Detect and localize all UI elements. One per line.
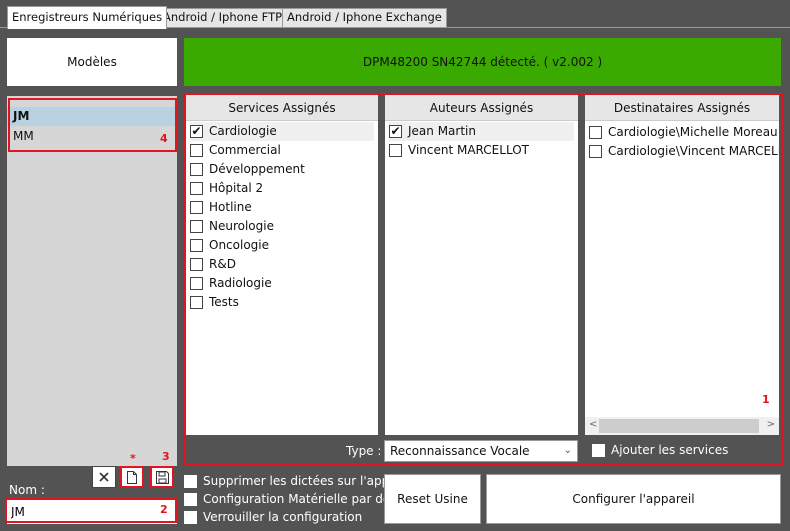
nom-label: Nom : [9, 483, 45, 497]
service-item[interactable]: Tests [190, 293, 374, 312]
service-label: Oncologie [209, 238, 269, 252]
author-label: Jean Martin [408, 124, 476, 138]
model-item-jm[interactable]: JM [7, 107, 177, 126]
annotation-number-3: 3 [162, 450, 170, 463]
author-item[interactable]: Vincent MARCELLOT [389, 141, 574, 160]
close-icon [99, 472, 109, 482]
checkbox[interactable] [190, 258, 203, 271]
service-item[interactable]: R&D [190, 255, 374, 274]
recipients-header: Destinataires Assignés [585, 95, 779, 121]
services-column: Services Assignés ✔ Cardiologie Commercial… [186, 95, 378, 435]
tab-android-iphone-exchange[interactable]: Android / Iphone Exchange [282, 8, 447, 27]
services-header: Services Assignés [186, 95, 378, 121]
annotation-number-2: 2 [160, 503, 168, 516]
save-model-button[interactable] [150, 466, 174, 488]
recipient-label: Cardiologie\Michelle Moreau [608, 125, 778, 139]
service-label: Commercial [209, 143, 281, 157]
checkbox[interactable] [589, 126, 602, 139]
checkbox[interactable] [190, 220, 203, 233]
scrollbar-thumb[interactable] [599, 419, 759, 433]
checkbox[interactable] [589, 145, 602, 158]
option-checkbox-0[interactable]: Supprimer les dictées sur l'appareil [184, 474, 415, 488]
device-status-banner: DPM48200 SN42744 détecté. ( v2.002 ) [184, 38, 781, 86]
nom-input[interactable] [7, 500, 177, 524]
new-document-icon [127, 470, 137, 484]
models-list[interactable]: JM MM [7, 96, 177, 466]
save-icon [155, 470, 169, 484]
author-label: Vincent MARCELLOT [408, 143, 529, 157]
add-services-label: Ajouter les services [611, 443, 729, 457]
option-label: Verrouiller la configuration [203, 510, 363, 524]
option-checkbox-2[interactable]: Verrouiller la configuration [184, 510, 362, 524]
service-label: Développement [209, 162, 305, 176]
service-label: Hôpital 2 [209, 181, 264, 195]
option-label: Configuration Matérielle par défaut [203, 492, 415, 506]
checkmark-icon[interactable]: ✔ [184, 492, 197, 506]
checkbox[interactable] [190, 277, 203, 290]
service-item[interactable]: ✔ Cardiologie [190, 122, 374, 141]
checkmark-icon[interactable]: ✔ [389, 125, 402, 138]
recipients-column: Destinataires Assignés Cardiologie\Miche… [585, 95, 779, 435]
model-item-mm[interactable]: MM [7, 127, 177, 146]
tab-strip: Enregistreurs Numériques Android / Iphon… [0, 0, 790, 29]
annotation-star: * [130, 452, 136, 465]
service-item[interactable]: Hotline [190, 198, 374, 217]
type-select-value: Reconnaissance Vocale [390, 444, 530, 458]
checkbox[interactable] [190, 296, 203, 309]
checkmark-icon[interactable]: ✔ [190, 125, 203, 138]
annotation-number-1: 1 [762, 393, 770, 406]
recipients-horizontal-scrollbar[interactable]: < > [585, 417, 779, 435]
checkbox[interactable] [190, 201, 203, 214]
models-header: Modèles [7, 38, 177, 86]
checkbox[interactable] [190, 144, 203, 157]
delete-model-button[interactable] [92, 466, 116, 488]
tab-android-iphone-ftp[interactable]: Android / Iphone FTP [158, 8, 288, 27]
type-select[interactable]: Reconnaissance Vocale ⌄ [384, 440, 578, 462]
service-label: Neurologie [209, 219, 274, 233]
authors-column: Auteurs Assignés ✔ Jean Martin Vincent MAR… [385, 95, 578, 435]
service-label: R&D [209, 257, 236, 271]
service-item[interactable]: Neurologie [190, 217, 374, 236]
new-model-button[interactable] [120, 466, 144, 488]
service-label: Tests [209, 295, 239, 309]
scroll-right-icon[interactable]: > [767, 419, 775, 430]
recipient-item[interactable]: Cardiologie\Vincent MARCELLOT [589, 142, 779, 161]
service-label: Hotline [209, 200, 252, 214]
checkbox[interactable] [190, 239, 203, 252]
service-item[interactable]: Oncologie [190, 236, 374, 255]
checkbox[interactable] [190, 163, 203, 176]
service-item[interactable]: Radiologie [190, 274, 374, 293]
authors-header: Auteurs Assignés [385, 95, 578, 121]
service-label: Radiologie [209, 276, 272, 290]
recipient-label: Cardiologie\Vincent MARCELLOT [608, 144, 779, 158]
type-label: Type : [346, 444, 382, 458]
checkmark-icon: ✔ [592, 442, 605, 457]
service-item[interactable]: Hôpital 2 [190, 179, 374, 198]
add-services-checkbox[interactable]: ✔ Ajouter les services [592, 443, 728, 457]
chevron-down-icon: ⌄ [563, 445, 572, 456]
tab-enregistreurs-numeriques[interactable]: Enregistreurs Numériques [7, 6, 168, 29]
annotation-number-4: 4 [160, 132, 168, 145]
checkbox[interactable] [184, 510, 197, 524]
service-item[interactable]: Développement [190, 160, 374, 179]
service-label: Cardiologie [209, 124, 277, 138]
configure-device-button[interactable]: Configurer l'appareil [486, 474, 781, 524]
service-item[interactable]: Commercial [190, 141, 374, 160]
option-checkbox-1[interactable]: ✔ Configuration Matérielle par défaut [184, 492, 414, 506]
recipient-item[interactable]: Cardiologie\Michelle Moreau [589, 123, 778, 142]
author-item[interactable]: ✔ Jean Martin [389, 122, 574, 141]
checkbox[interactable] [184, 474, 197, 488]
scroll-left-icon[interactable]: < [589, 419, 597, 430]
checkbox[interactable] [389, 144, 402, 157]
reset-button[interactable]: Reset Usine [384, 474, 481, 524]
checkbox[interactable] [190, 182, 203, 195]
